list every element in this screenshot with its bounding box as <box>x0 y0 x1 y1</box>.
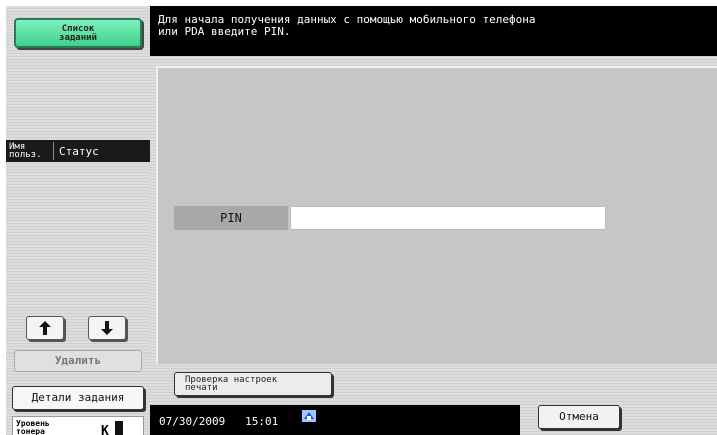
toner-level-label: Уровень тонера <box>16 419 50 435</box>
date-time: 07/30/2009 15:01 <box>159 415 279 428</box>
toner-level: Уровень тонера K <box>12 416 144 435</box>
instruction-message: Для начала получения данных с помощью мо… <box>150 6 717 56</box>
instruction-text: Для начала получения данных с помощью мо… <box>158 13 536 38</box>
toner-color-label: K <box>101 424 109 435</box>
delete-button[interactable]: Удалить <box>14 350 142 372</box>
network-status-icon <box>302 410 316 422</box>
column-user-name: Имя польз. <box>6 142 54 160</box>
arrow-up-icon <box>39 321 51 335</box>
job-details-button[interactable]: Детали задания <box>12 386 144 410</box>
cancel-button[interactable]: Отмена <box>538 405 620 429</box>
pin-label: PIN <box>174 206 288 230</box>
check-print-settings-button[interactable]: Проверка настроек печати <box>174 372 332 396</box>
job-list-button[interactable]: Список заданий <box>14 18 142 48</box>
arrow-down-icon <box>101 321 113 335</box>
status-bar: 07/30/2009 15:01 <box>150 405 520 435</box>
pin-input[interactable] <box>290 206 606 230</box>
left-panel: Список заданий Имя польз. Статус Удалить… <box>6 6 150 435</box>
left-panel-top-area <box>6 56 150 138</box>
column-status: Статус <box>59 144 99 158</box>
toner-level-bar <box>115 421 123 435</box>
job-list-header: Имя польз. Статус <box>6 140 150 162</box>
scroll-down-button[interactable] <box>88 316 126 340</box>
scroll-up-button[interactable] <box>26 316 64 340</box>
